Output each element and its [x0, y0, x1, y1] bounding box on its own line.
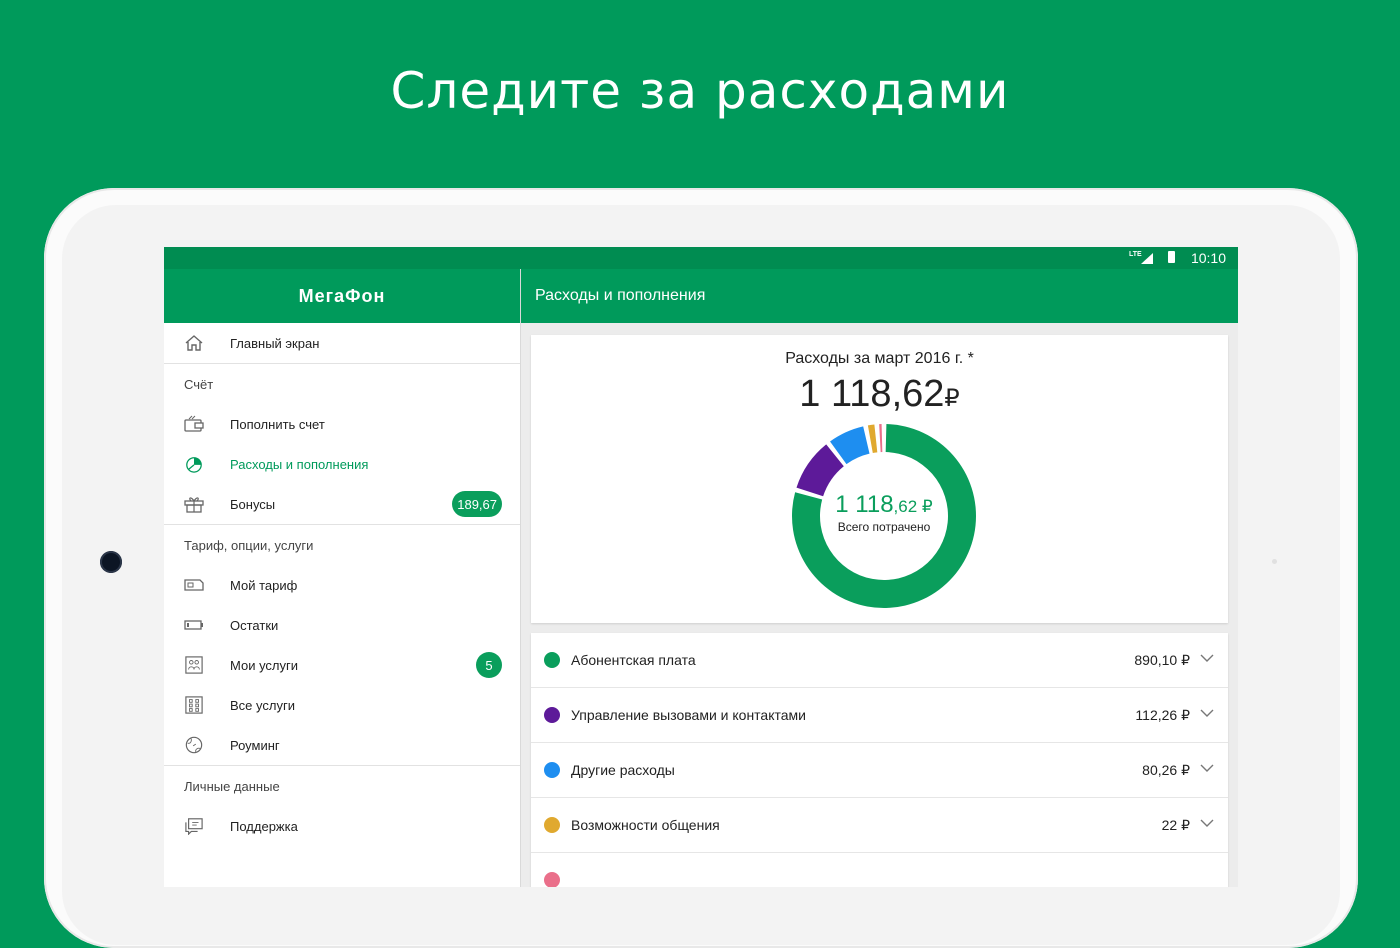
expense-category-label: Другие расходы	[571, 762, 675, 778]
expense-category-label: Абонентская плата	[571, 652, 696, 668]
nav-item-all-services[interactable]: Все услуги	[164, 685, 520, 725]
nav-item-label: Бонусы	[230, 496, 276, 512]
nav-item-label: Поддержка	[230, 818, 298, 834]
chart-title: Расходы за март 2016 г. *	[785, 350, 974, 367]
expense-amount: 80,26 ₽	[1142, 761, 1190, 778]
nav-item-expenses[interactable]: Расходы и пополнения	[164, 444, 520, 484]
expense-amount: 890,10 ₽	[1134, 651, 1190, 668]
globe-icon	[185, 736, 203, 754]
donut-slice-1[interactable]	[796, 444, 844, 497]
battery-icon	[1168, 251, 1175, 263]
pie-chart-icon	[186, 457, 202, 473]
category-color-dot	[544, 707, 560, 723]
app-bar: Расходы и пополнения	[521, 269, 1238, 323]
expense-row[interactable]: Управление вызовами и контактами 112,26 ₽	[531, 688, 1228, 743]
category-color-dot	[544, 652, 560, 668]
chevron-down-icon[interactable]	[1200, 708, 1214, 718]
camera-icon	[100, 551, 122, 573]
chevron-down-icon[interactable]	[1200, 763, 1214, 773]
chat-icon	[185, 818, 203, 835]
nav-item-support[interactable]: Поддержка	[164, 806, 520, 846]
nav-item-remains[interactable]: Остатки	[164, 605, 520, 645]
nav-item-topup[interactable]: Пополнить счет	[164, 404, 520, 444]
navigation-drawer: МегаФон Главный экран Счёт Пополнить сче…	[164, 269, 521, 887]
category-color-dot	[544, 872, 560, 887]
section-title-tariff: Тариф, опции, услуги	[184, 537, 314, 553]
expense-row[interactable]: Возможности общения 22 ₽	[531, 798, 1228, 853]
expense-row[interactable]: Абонентская плата 890,10 ₽	[531, 633, 1228, 688]
expense-row[interactable]: Другие расходы 80,26 ₽	[531, 743, 1228, 798]
section-title-personal: Личные данные	[184, 778, 280, 794]
category-color-dot	[544, 762, 560, 778]
expense-amount: 22 ₽	[1161, 816, 1190, 833]
donut-total-small: ,62 ₽	[893, 497, 933, 516]
clock: 10:10	[1190, 250, 1226, 266]
wallet-icon	[184, 415, 204, 432]
megafon-logo[interactable]: МегаФон	[164, 269, 520, 323]
status-bar: LTE 10:10	[164, 247, 1238, 269]
donut-center: 1 118,62 ₽ Всего потрачено	[789, 491, 979, 534]
total-value: 1 118,62	[799, 373, 945, 415]
network-type: LTE	[1129, 251, 1142, 258]
expense-row[interactable]	[531, 853, 1228, 887]
page-title: Расходы и пополнения	[535, 287, 706, 304]
app-screen: LTE 10:10 МегаФон Главный экран Счёт Поп…	[164, 247, 1238, 887]
donut-total-big: 1 118	[835, 491, 894, 518]
services-icon	[185, 656, 203, 674]
services-count-badge: 5	[476, 652, 502, 678]
nav-item-home[interactable]: Главный экран	[164, 323, 520, 363]
donut-caption: Всего потрачено	[837, 520, 931, 534]
signal-icon: LTE	[1129, 251, 1155, 265]
nav-item-label: Мой тариф	[230, 577, 298, 593]
gift-icon	[184, 497, 204, 513]
expense-list: Абонентская плата 890,10 ₽ Управление вызо…	[531, 633, 1228, 887]
nav-item-label: Расходы и пополнения	[230, 456, 369, 472]
expense-amount: 112,26 ₽	[1135, 706, 1190, 723]
donut-total: 1 118,62 ₽	[789, 491, 979, 519]
currency-sign: ₽	[944, 385, 960, 412]
chevron-down-icon[interactable]	[1200, 653, 1214, 663]
donut-slice-3[interactable]	[867, 424, 878, 453]
donut-slice-4[interactable]	[879, 424, 883, 453]
nav-item-label: Главный экран	[230, 335, 320, 351]
section-title-account: Счёт	[184, 376, 214, 392]
battery-icon	[184, 620, 203, 630]
nav-item-roaming[interactable]: Роуминг	[164, 725, 520, 765]
grid-icon	[185, 696, 203, 714]
nav-item-label: Пополнить счет	[230, 416, 325, 432]
chevron-down-icon[interactable]	[1200, 818, 1214, 828]
summary-card: Расходы за март 2016 г. * 1 118,62₽ 1 11…	[531, 335, 1228, 623]
sim-card-icon	[184, 579, 204, 591]
sensor-dot	[1272, 559, 1277, 564]
expense-category-label: Управление вызовами и контактами	[571, 707, 806, 723]
nav-item-tariff[interactable]: Мой тариф	[164, 565, 520, 605]
nav-item-label: Мои услуги	[230, 657, 299, 673]
promo-headline: Следите за расходами	[390, 62, 1010, 120]
nav-item-my-services[interactable]: Мои услуги 5	[164, 645, 520, 685]
main-content: Расходы и пополнения Расходы за март 201…	[521, 269, 1238, 887]
nav-item-bonuses[interactable]: Бонусы 189,67	[164, 484, 520, 524]
expense-category-label: Возможности общения	[571, 817, 720, 833]
nav-item-label: Все услуги	[230, 697, 295, 713]
home-icon	[185, 335, 203, 351]
nav-item-label: Роуминг	[230, 737, 280, 753]
bonus-badge: 189,67	[452, 491, 502, 517]
category-color-dot	[544, 817, 560, 833]
total-amount: 1 118,62₽	[531, 373, 1228, 416]
nav-item-label: Остатки	[230, 617, 279, 633]
